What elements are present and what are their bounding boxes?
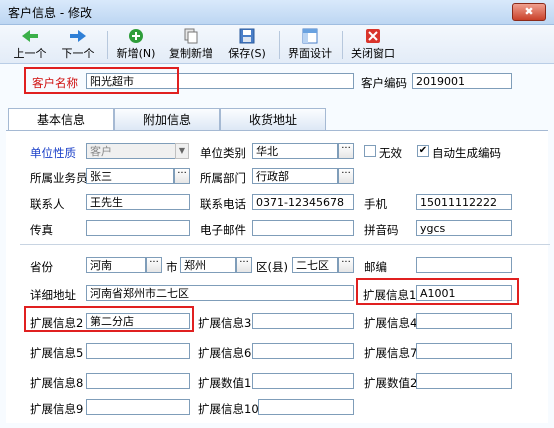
- ext6-input[interactable]: [252, 343, 354, 359]
- next-button[interactable]: 下一个: [58, 27, 98, 61]
- mobile-label: 手机: [364, 197, 387, 211]
- unit-category-input[interactable]: 华北: [252, 143, 338, 159]
- toolbar-separator: [279, 31, 280, 59]
- postcode-label: 邮编: [364, 260, 387, 274]
- close-icon: ✖: [524, 5, 534, 18]
- add-button[interactable]: 新增(N): [114, 27, 158, 61]
- close-button[interactable]: 关闭窗口: [348, 27, 398, 61]
- num2-label: 扩展数值2: [364, 376, 418, 390]
- more-dots-icon[interactable]: ···: [174, 168, 190, 184]
- close-icon: [366, 29, 380, 43]
- district-label: 区(县): [256, 260, 288, 274]
- tab-shipping-address[interactable]: 收货地址: [220, 108, 326, 130]
- pinyin-label: 拼音码: [364, 223, 399, 237]
- province-label: 省份: [30, 260, 53, 274]
- num1-label: 扩展数值1: [198, 376, 252, 390]
- design-button[interactable]: 界面设计: [285, 27, 335, 61]
- more-dots-icon[interactable]: ···: [146, 257, 162, 273]
- phone-input[interactable]: 0371-12345678: [252, 194, 354, 210]
- email-label: 电子邮件: [200, 223, 246, 237]
- ext8-input[interactable]: [86, 373, 190, 389]
- plus-circle-icon: [129, 29, 143, 43]
- highlight-box: [24, 306, 194, 332]
- postcode-input[interactable]: [416, 257, 512, 273]
- auto-code-checkbox[interactable]: ✔: [417, 145, 429, 157]
- address-label: 详细地址: [30, 288, 76, 302]
- more-dots-icon[interactable]: ···: [338, 257, 354, 273]
- phone-label: 联系电话: [200, 197, 246, 211]
- ext7-label: 扩展信息7: [364, 346, 418, 360]
- district-input[interactable]: 二七区: [292, 257, 338, 273]
- ext8-label: 扩展信息8: [30, 376, 84, 390]
- ext4-input[interactable]: [416, 313, 512, 329]
- toolbar-separator: [342, 31, 343, 59]
- arrow-right-icon: [70, 30, 86, 42]
- more-dots-icon[interactable]: ···: [338, 168, 354, 184]
- unit-category-label: 单位类别: [200, 146, 246, 160]
- copy-add-button[interactable]: 复制新增: [166, 27, 216, 61]
- highlight-box: [24, 67, 179, 94]
- address-input[interactable]: 河南省郑州市二七区: [86, 285, 354, 301]
- checkmark-icon: ✔: [418, 145, 428, 156]
- department-label: 所属部门: [200, 171, 246, 185]
- layout-icon: [302, 28, 318, 44]
- city-input[interactable]: 郑州: [180, 257, 236, 273]
- tab-basic-info[interactable]: 基本信息: [8, 108, 114, 131]
- more-dots-icon[interactable]: ···: [236, 257, 252, 273]
- tab-additional-info[interactable]: 附加信息: [114, 108, 220, 130]
- save-button[interactable]: 保存(S): [225, 27, 269, 61]
- toolbar-separator: [107, 31, 108, 59]
- contact-label: 联系人: [30, 197, 65, 211]
- fax-label: 传真: [30, 223, 53, 237]
- save-icon: [239, 28, 255, 44]
- ext9-input[interactable]: [86, 399, 190, 415]
- pinyin-input[interactable]: ygcs: [416, 220, 512, 236]
- close-window-button[interactable]: ✖: [512, 3, 546, 21]
- salesman-label: 所属业务员: [30, 171, 88, 185]
- ext3-input[interactable]: [252, 313, 354, 329]
- ext7-input[interactable]: [416, 343, 512, 359]
- mobile-input[interactable]: 15011112222: [416, 194, 512, 210]
- window-title: 客户信息 - 修改: [8, 6, 92, 20]
- toolbar: 上一个 下一个 新增(N) 复制新增 保存(S) 界面设计 关闭窗口: [0, 25, 554, 64]
- highlight-box: [356, 278, 519, 305]
- chevron-down-icon[interactable]: ▼: [175, 143, 189, 159]
- ext5-label: 扩展信息5: [30, 346, 84, 360]
- prev-button[interactable]: 上一个: [10, 27, 50, 61]
- city-label: 市: [166, 260, 178, 274]
- invalid-label: 无效: [379, 146, 402, 160]
- arrow-left-icon: [22, 30, 38, 42]
- more-dots-icon[interactable]: ···: [338, 143, 354, 159]
- ext6-label: 扩展信息6: [198, 346, 252, 360]
- ext10-input[interactable]: [258, 399, 354, 415]
- customer-code-label: 客户编码: [361, 76, 407, 90]
- ext10-label: 扩展信息10: [198, 402, 259, 416]
- contact-input[interactable]: 王先生: [86, 194, 190, 210]
- ext3-label: 扩展信息3: [198, 316, 252, 330]
- invalid-checkbox[interactable]: [364, 145, 376, 157]
- divider: [20, 244, 550, 245]
- copy-icon: [184, 28, 198, 44]
- num2-input[interactable]: [416, 373, 512, 389]
- salesman-input[interactable]: 张三: [86, 168, 174, 184]
- fax-input[interactable]: [86, 220, 190, 236]
- unit-nature-label: 单位性质: [30, 146, 76, 160]
- email-input[interactable]: [252, 220, 354, 236]
- num1-input[interactable]: [252, 373, 354, 389]
- unit-nature-select[interactable]: 客户: [86, 143, 176, 159]
- ext5-input[interactable]: [86, 343, 190, 359]
- customer-info-window: 客户信息 - 修改 ✖ 上一个 下一个 新增(N) 复制新增 保存(S) 界面设…: [0, 0, 554, 428]
- ext9-label: 扩展信息9: [30, 402, 84, 416]
- auto-code-label: 自动生成编码: [432, 146, 501, 160]
- ext4-label: 扩展信息4: [364, 316, 418, 330]
- title-bar: 客户信息 - 修改 ✖: [0, 0, 554, 25]
- customer-code-input[interactable]: 2019001: [412, 73, 512, 89]
- province-input[interactable]: 河南: [86, 257, 146, 273]
- department-input[interactable]: 行政部: [252, 168, 338, 184]
